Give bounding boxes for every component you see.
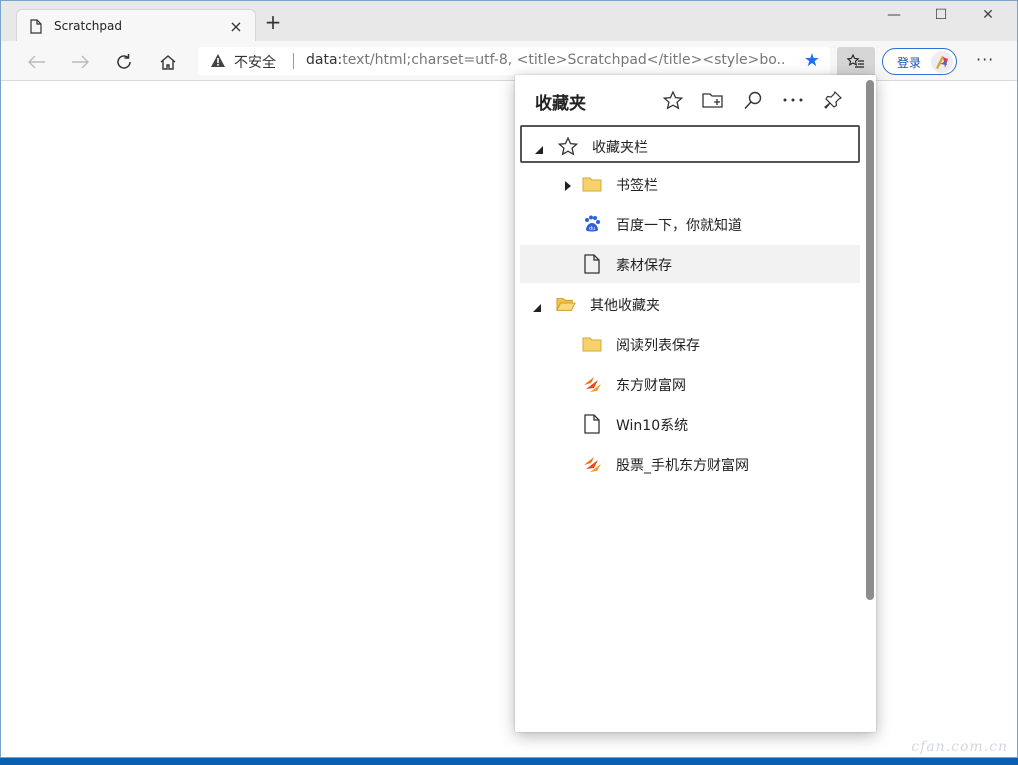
tree-item-label: 东方财富网 bbox=[616, 378, 686, 394]
tree-item-label: Win10系统 bbox=[616, 418, 689, 434]
home-button[interactable] bbox=[155, 49, 181, 75]
tree-item-label: 书签栏 bbox=[616, 178, 658, 194]
tree-item-other-favorites[interactable]: 其他收藏夹 bbox=[520, 285, 860, 323]
url-body: text/html;charset=utf-8, <title>Scratchp… bbox=[342, 52, 786, 68]
page-icon bbox=[30, 19, 42, 38]
tab-title: Scratchpad bbox=[54, 19, 122, 33]
tab-close-button[interactable]: × bbox=[227, 17, 245, 36]
watermark: cfan.com.cn bbox=[911, 739, 1008, 755]
scrollbar[interactable] bbox=[866, 80, 874, 600]
search-icon[interactable] bbox=[740, 87, 766, 113]
login-label: 登录 bbox=[897, 56, 922, 70]
eastmoney-icon bbox=[582, 454, 602, 474]
maximize-button[interactable]: ☐ bbox=[918, 7, 964, 27]
tree-item-win10[interactable]: Win10系统 bbox=[520, 405, 860, 443]
warning-icon bbox=[210, 53, 226, 72]
collapsed-triangle-icon[interactable] bbox=[564, 177, 572, 196]
tree-item-materials[interactable]: 素材保存 bbox=[520, 245, 860, 283]
refresh-button[interactable] bbox=[111, 49, 137, 75]
forward-arrow-icon bbox=[72, 55, 89, 69]
more-options-button[interactable]: ··· bbox=[976, 50, 994, 69]
page-icon bbox=[582, 254, 602, 274]
favorites-list-icon bbox=[847, 54, 864, 68]
tree-item-label: 百度一下，你就知道 bbox=[616, 218, 742, 234]
back-button[interactable] bbox=[24, 49, 50, 75]
minimize-button[interactable]: — bbox=[871, 7, 917, 27]
insecure-label: 不安全 bbox=[234, 55, 276, 71]
folder-open-icon bbox=[556, 294, 576, 314]
profile-login-button[interactable]: 登录 bbox=[882, 48, 957, 75]
tree-item-favorites-bar[interactable]: 收藏夹栏 bbox=[520, 125, 860, 163]
folder-icon bbox=[582, 174, 602, 194]
tree-item-reading-list[interactable]: 阅读列表保存 bbox=[520, 325, 860, 363]
tree-item-label: 股票_手机东方财富网 bbox=[616, 458, 749, 474]
baidu-paw-icon: du bbox=[582, 214, 602, 234]
favorites-pane: 收藏夹 收藏夹栏 书签栏 du 百度一下，你就知道 素材保存 其他收藏夹 阅读列… bbox=[515, 75, 876, 732]
url-scheme: data: bbox=[306, 52, 343, 68]
folder-icon bbox=[582, 334, 602, 354]
url-text[interactable]: data:text/html;charset=utf-8, <title>Scr… bbox=[306, 52, 786, 68]
expanded-triangle-icon[interactable] bbox=[534, 140, 544, 159]
forward-button[interactable] bbox=[67, 49, 93, 75]
tab-scratchpad[interactable]: Scratchpad × bbox=[16, 9, 256, 42]
add-favorite-icon[interactable] bbox=[660, 87, 686, 113]
title-bar: Scratchpad × + — ☐ ✕ bbox=[1, 1, 1017, 42]
tree-item-eastmoney[interactable]: 东方财富网 bbox=[520, 365, 860, 403]
add-folder-icon[interactable] bbox=[700, 87, 726, 113]
more-icon[interactable] bbox=[780, 87, 806, 113]
favorites-pane-title: 收藏夹 bbox=[535, 94, 586, 114]
star-outline-icon bbox=[558, 136, 578, 156]
tree-item-stocks[interactable]: 股票_手机东方财富网 bbox=[520, 445, 860, 483]
address-bar[interactable]: 不安全 data:text/html;charset=utf-8, <title… bbox=[198, 47, 830, 75]
new-tab-button[interactable]: + bbox=[263, 12, 283, 32]
page-icon bbox=[582, 414, 602, 434]
favorite-star-icon[interactable]: ★ bbox=[804, 50, 820, 71]
svg-text:du: du bbox=[589, 226, 595, 232]
pin-icon[interactable] bbox=[820, 87, 846, 113]
home-icon bbox=[160, 54, 176, 70]
avatar bbox=[931, 51, 953, 73]
tree-item-baidu[interactable]: du 百度一下，你就知道 bbox=[520, 205, 860, 243]
favorites-button[interactable] bbox=[837, 47, 875, 77]
tree-item-label: 其他收藏夹 bbox=[590, 298, 660, 314]
back-arrow-icon bbox=[28, 55, 45, 69]
expanded-triangle-icon[interactable] bbox=[532, 298, 542, 317]
eastmoney-icon bbox=[582, 374, 602, 394]
divider bbox=[293, 53, 294, 69]
close-window-button[interactable]: ✕ bbox=[965, 7, 1011, 27]
tree-item-label: 素材保存 bbox=[616, 258, 672, 274]
tree-item-bookmarks-bar[interactable]: 书签栏 bbox=[520, 165, 860, 203]
tree-item-label: 阅读列表保存 bbox=[616, 338, 700, 354]
tree-item-label: 收藏夹栏 bbox=[592, 140, 648, 156]
refresh-icon bbox=[117, 54, 131, 69]
